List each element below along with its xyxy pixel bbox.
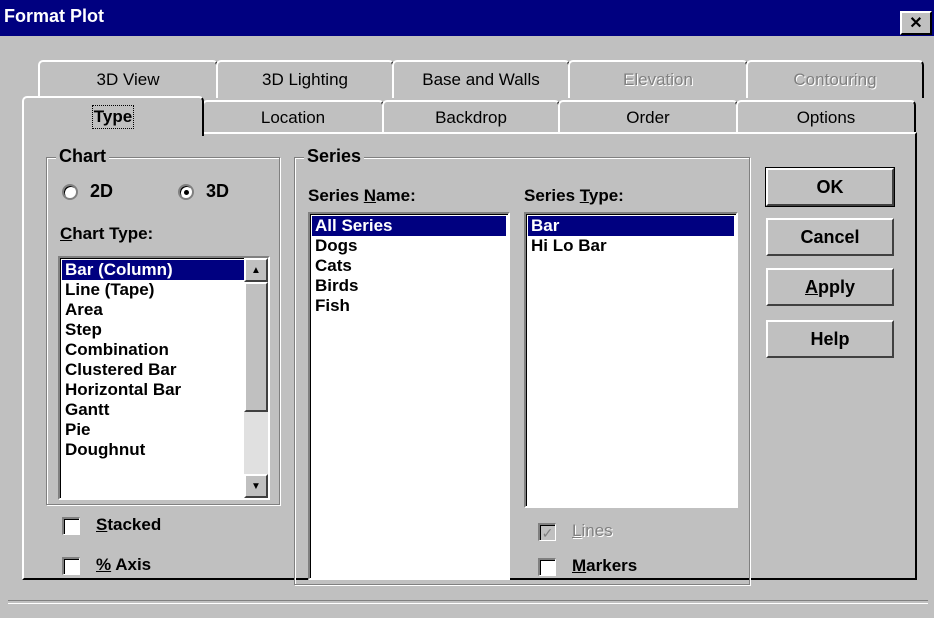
dialog-divider <box>8 600 928 604</box>
tab-base-and-walls[interactable]: Base and Walls <box>392 60 570 98</box>
scroll-down-button[interactable]: ▼ <box>244 474 268 498</box>
radio-2d[interactable] <box>62 184 78 200</box>
series-group-title: Series <box>304 146 365 167</box>
list-item[interactable]: Hi Lo Bar <box>528 236 734 256</box>
lines-label: Lines <box>572 521 613 540</box>
list-item[interactable]: Clustered Bar <box>62 360 244 380</box>
radio-2d-label: 2D <box>90 181 114 201</box>
help-button-label: Help <box>810 328 850 349</box>
tab-options[interactable]: Options <box>736 100 916 134</box>
chart-type-scrollbar[interactable]: ▲ ▼ <box>244 258 268 498</box>
ok-button[interactable]: OK <box>765 167 895 207</box>
series-type-label: Series Type: <box>524 186 624 205</box>
list-item[interactable]: Dogs <box>312 236 506 256</box>
chevron-up-icon: ▲ <box>251 264 261 276</box>
apply-button-label: Apply <box>804 276 855 297</box>
apply-button[interactable]: Apply <box>766 268 894 306</box>
ok-button-label: OK <box>816 176 844 197</box>
list-item[interactable]: Step <box>62 320 244 340</box>
tab-label: Base and Walls <box>422 70 540 89</box>
list-item[interactable]: Cats <box>312 256 506 276</box>
tab-contouring: Contouring <box>746 60 924 98</box>
list-item[interactable]: Bar <box>528 216 734 236</box>
tab-label: Order <box>626 108 670 127</box>
percent-axis-label: % Axis <box>96 555 152 574</box>
tab-label: Contouring <box>793 70 877 89</box>
cancel-button-label: Cancel <box>800 226 860 247</box>
tab-3d-view[interactable]: 3D View <box>38 60 218 98</box>
tab-label: Type <box>91 105 135 129</box>
percent-axis-checkbox[interactable] <box>62 557 80 575</box>
list-item[interactable]: Birds <box>312 276 506 296</box>
tab-elevation: Elevation <box>568 60 748 98</box>
markers-checkbox[interactable] <box>538 558 556 576</box>
check-icon: ✓ <box>541 524 554 541</box>
list-item[interactable]: Doughnut <box>62 440 244 460</box>
radio-3d[interactable] <box>178 184 194 200</box>
list-item[interactable]: Horizontal Bar <box>62 380 244 400</box>
tab-3d-lighting[interactable]: 3D Lighting <box>216 60 394 98</box>
tab-label: Location <box>260 108 326 127</box>
list-item[interactable]: Gantt <box>62 400 244 420</box>
radio-3d-label: 3D <box>206 181 230 201</box>
chevron-down-icon: ▼ <box>251 480 261 492</box>
help-button[interactable]: Help <box>766 320 894 358</box>
list-item[interactable]: All Series <box>312 216 506 236</box>
close-button[interactable]: ✕ <box>900 11 932 35</box>
stacked-label: Stacked <box>96 515 162 534</box>
list-item[interactable]: Area <box>62 300 244 320</box>
tab-type[interactable]: Type <box>22 96 204 136</box>
lines-checkbox: ✓ <box>538 523 556 541</box>
tab-location[interactable]: Location <box>202 100 384 134</box>
scroll-thumb[interactable] <box>244 282 268 412</box>
series-type-listbox[interactable]: Bar Hi Lo Bar <box>524 212 738 508</box>
tab-label: 3D Lighting <box>261 70 348 89</box>
list-item[interactable]: Pie <box>62 420 244 440</box>
markers-label: Markers <box>572 556 638 575</box>
tab-backdrop[interactable]: Backdrop <box>382 100 560 134</box>
close-icon: ✕ <box>909 15 923 32</box>
tab-order[interactable]: Order <box>558 100 738 134</box>
tab-label: Elevation <box>623 70 693 89</box>
series-name-label: Series Name: <box>308 186 416 205</box>
cancel-button[interactable]: Cancel <box>766 218 894 256</box>
list-item[interactable]: Bar (Column) <box>62 260 244 280</box>
chart-type-listbox[interactable]: Bar (Column) Line (Tape) Area Step Combi… <box>58 256 270 500</box>
list-item[interactable]: Combination <box>62 340 244 360</box>
tab-label: 3D View <box>96 70 160 89</box>
window-title: Format Plot <box>4 6 105 26</box>
scroll-up-button[interactable]: ▲ <box>244 258 268 282</box>
chart-group-title: Chart <box>56 146 110 167</box>
list-item[interactable]: Fish <box>312 296 506 316</box>
stacked-checkbox[interactable] <box>62 517 80 535</box>
tab-label: Options <box>796 108 856 127</box>
series-name-listbox[interactable]: All Series Dogs Cats Birds Fish <box>308 212 510 580</box>
chart-type-label: Chart Type: <box>60 224 154 243</box>
tab-label: Backdrop <box>435 108 507 127</box>
title-bar: Format Plot ✕ <box>0 0 934 36</box>
list-item[interactable]: Line (Tape) <box>62 280 244 300</box>
